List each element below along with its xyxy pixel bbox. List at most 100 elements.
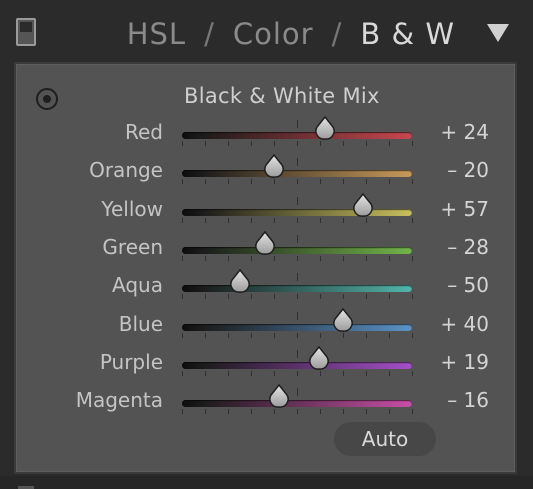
slider-track-red[interactable] bbox=[182, 132, 412, 139]
slider-tick bbox=[389, 217, 390, 223]
slider-tick bbox=[297, 217, 298, 223]
slider-tick bbox=[182, 255, 183, 261]
slider-track-purple[interactable] bbox=[182, 361, 412, 369]
slider-row-red: Red + 24 bbox=[16, 114, 519, 152]
bw-mix-panel: Black & White Mix Red + 24 Orange – 20 Yello… bbox=[14, 62, 517, 474]
slider-tick bbox=[412, 179, 413, 185]
panel-switch-icon[interactable] bbox=[16, 18, 36, 46]
slider-row-blue: Blue + 40 bbox=[16, 306, 519, 344]
slider-thumb[interactable] bbox=[268, 384, 290, 408]
slider-tick bbox=[366, 255, 367, 261]
slider-value[interactable]: – 50 bbox=[447, 273, 489, 297]
slider-center-tick bbox=[297, 273, 298, 282]
slider-value[interactable]: + 40 bbox=[440, 312, 489, 336]
slider-tick bbox=[389, 294, 390, 300]
slider-center-tick bbox=[297, 388, 298, 397]
slider-center-tick bbox=[297, 120, 298, 128]
slider-thumb[interactable] bbox=[263, 154, 285, 179]
next-panel-edge bbox=[0, 476, 533, 489]
tab-bw[interactable]: B & W bbox=[360, 17, 455, 51]
panel-header: HSL / Color / B & W bbox=[0, 0, 533, 62]
slider-tick bbox=[251, 179, 252, 185]
slider-track-blue[interactable] bbox=[182, 323, 412, 331]
slider-tick bbox=[205, 179, 206, 185]
slider-center-tick bbox=[297, 234, 298, 243]
slider-tick bbox=[274, 141, 275, 146]
slider-label: Red bbox=[125, 120, 163, 144]
slider-tick bbox=[228, 294, 229, 300]
slider-tick bbox=[320, 409, 321, 415]
slider-thumb[interactable] bbox=[229, 269, 251, 293]
slider-tick bbox=[205, 141, 206, 146]
slider-track-magenta[interactable] bbox=[182, 400, 412, 408]
slider-center-tick bbox=[297, 311, 298, 320]
slider-label: Orange bbox=[89, 158, 163, 183]
slider-tick bbox=[251, 332, 252, 338]
slider-thumb[interactable] bbox=[352, 192, 374, 217]
slider-label: Yellow bbox=[101, 196, 163, 221]
slider-tick bbox=[182, 217, 183, 223]
slider-tick bbox=[412, 217, 413, 223]
slider-tick bbox=[274, 332, 275, 338]
triangle-down-icon[interactable] bbox=[487, 24, 509, 42]
targeted-adjustment-icon[interactable] bbox=[36, 88, 58, 110]
slider-tick bbox=[320, 179, 321, 185]
slider-label: Purple bbox=[99, 349, 163, 374]
slider-tick bbox=[366, 141, 367, 146]
tab-color[interactable]: Color bbox=[233, 17, 314, 51]
slider-tick bbox=[366, 217, 367, 223]
slider-tick bbox=[182, 409, 183, 415]
slider-tick bbox=[320, 255, 321, 261]
slider-tick bbox=[274, 370, 275, 376]
slider-center-tick bbox=[297, 158, 298, 167]
slider-tick bbox=[182, 332, 183, 338]
slider-track-yellow[interactable] bbox=[182, 208, 412, 216]
slider-tick bbox=[412, 332, 413, 338]
slider-tick bbox=[412, 294, 413, 300]
slider-tick bbox=[389, 370, 390, 376]
slider-tick bbox=[205, 217, 206, 223]
slider-tick bbox=[412, 409, 413, 415]
slider-track-aqua[interactable] bbox=[182, 285, 412, 293]
slider-track-green[interactable] bbox=[182, 246, 412, 254]
slider-center-tick bbox=[297, 349, 298, 358]
slider-value[interactable]: – 20 bbox=[447, 158, 489, 182]
slider-tick bbox=[343, 141, 344, 146]
slider-tick bbox=[366, 332, 367, 338]
slider-tick bbox=[205, 332, 206, 338]
slider-tick bbox=[251, 217, 252, 223]
slider-value[interactable]: + 19 bbox=[440, 350, 489, 374]
slider-tick bbox=[389, 409, 390, 415]
slider-tick bbox=[320, 294, 321, 300]
tab-hsl[interactable]: HSL bbox=[127, 17, 186, 51]
slider-value[interactable]: + 57 bbox=[440, 197, 489, 221]
slider-thumb[interactable] bbox=[308, 345, 330, 370]
slider-thumb[interactable] bbox=[332, 307, 354, 332]
slider-tick bbox=[366, 370, 367, 376]
slider-tick bbox=[320, 217, 321, 223]
slider-tick bbox=[205, 409, 206, 415]
slider-thumb[interactable] bbox=[254, 230, 276, 255]
slider-value[interactable]: – 28 bbox=[447, 235, 489, 259]
slider-row-yellow: Yellow + 57 bbox=[16, 191, 519, 229]
slider-tick bbox=[343, 332, 344, 338]
slider-tick bbox=[343, 217, 344, 223]
slider-value[interactable]: – 16 bbox=[447, 388, 489, 412]
slider-tick bbox=[297, 409, 298, 415]
auto-button[interactable]: Auto bbox=[334, 422, 436, 456]
slider-track-orange[interactable] bbox=[182, 170, 412, 178]
slider-tick bbox=[297, 332, 298, 338]
slider-tick bbox=[320, 141, 321, 146]
slider-value[interactable]: + 24 bbox=[440, 120, 489, 144]
slider-tick bbox=[274, 255, 275, 261]
slider-tick bbox=[297, 141, 298, 146]
slider-tick bbox=[251, 255, 252, 261]
slider-tick bbox=[366, 294, 367, 300]
slider-tick bbox=[274, 217, 275, 223]
slider-thumb[interactable] bbox=[314, 116, 336, 140]
slider-tick bbox=[320, 332, 321, 338]
slider-tick bbox=[182, 179, 183, 185]
slider-tick bbox=[228, 409, 229, 415]
panel-title: Black & White Mix bbox=[184, 84, 380, 108]
slider-tick bbox=[182, 370, 183, 376]
